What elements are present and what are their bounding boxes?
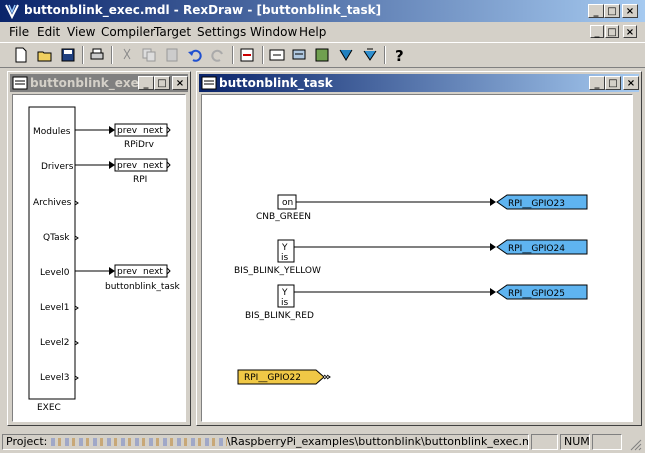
bis-yellow-label: BIS_BLINK_YELLOW <box>234 266 321 276</box>
window-title: buttonblink_exec.mdl - RexDraw - [button… <box>24 3 382 17</box>
connect-icon[interactable] <box>290 46 308 64</box>
redo-icon[interactable] <box>209 46 227 64</box>
menu-bar: File Edit View Compiler Target Settings … <box>0 22 645 41</box>
exec-maximize-button[interactable]: □ <box>154 76 170 90</box>
status-project-prefix: Project: <box>6 435 48 448</box>
rpi-label: RPI <box>133 175 147 185</box>
task-window[interactable]: buttonblink_task _ □ × on CNB_GREEN RPI_… <box>196 71 642 426</box>
maximize-button[interactable]: □ <box>604 4 620 18</box>
paste-icon[interactable] <box>163 46 181 64</box>
exec-block-name: EXEC <box>37 403 61 413</box>
gpio25-label: RPI__GPIO25 <box>508 289 565 299</box>
mdi-minimize-button[interactable]: _ <box>590 25 604 38</box>
status-project: Project: \RaspberryPi_examples\buttonbli… <box>2 434 529 450</box>
exec-minimize-button[interactable]: _ <box>138 76 154 90</box>
download-icon[interactable] <box>268 46 286 64</box>
gpio24-label: RPI__GPIO24 <box>508 244 565 254</box>
open-icon[interactable] <box>36 46 54 64</box>
print-icon[interactable] <box>88 46 106 64</box>
mdl-document-icon <box>201 76 217 90</box>
port-qtask: QTask <box>43 233 70 243</box>
task-diagram: on CNB_GREEN RPI__GPIO23 Y is BIS_BLINK_… <box>234 194 588 385</box>
save-icon[interactable] <box>59 46 77 64</box>
port-drivers: Drivers <box>41 162 74 172</box>
bis-yellow-sub: is <box>281 253 289 263</box>
status-num: NUM <box>560 434 590 450</box>
port-level3: Level3 <box>40 373 69 383</box>
task-maximize-button[interactable]: □ <box>605 76 621 90</box>
exec-block[interactable] <box>28 106 76 400</box>
task-close-button[interactable]: × <box>623 76 639 90</box>
task-canvas[interactable]: on CNB_GREEN RPI__GPIO23 Y is BIS_BLINK_… <box>201 94 633 422</box>
menu-window[interactable]: Window <box>250 25 297 39</box>
exec-diagram: EXEC Modules Drivers Archives QTask Leve… <box>28 106 181 413</box>
cnb-green-label: CNB_GREEN <box>256 212 311 222</box>
minimize-button[interactable]: _ <box>588 4 604 18</box>
bis-yellow-text: Y <box>281 243 288 253</box>
cnb-green-text: on <box>282 198 293 208</box>
watch-icon[interactable] <box>313 46 331 64</box>
task-label: buttonblink_task <box>105 282 181 292</box>
menu-help[interactable]: Help <box>299 25 326 39</box>
task-port-next: next <box>143 267 163 277</box>
gpio22-label: RPI__GPIO22 <box>244 373 301 383</box>
bis-red-sub: is <box>281 298 289 308</box>
svg-text:?: ? <box>395 47 404 64</box>
menu-file[interactable]: File <box>9 25 29 39</box>
close-button[interactable]: × <box>622 4 638 18</box>
diagnostics-icon[interactable] <box>337 46 355 64</box>
exec-window-title: buttonblink_exec <box>30 76 146 90</box>
mdl-document-icon <box>12 76 28 90</box>
toolbar: ? <box>0 42 645 68</box>
rpi-port-prev: prev <box>117 161 138 171</box>
help-icon[interactable]: ? <box>390 46 408 65</box>
exec-close-button[interactable]: × <box>172 76 188 90</box>
copy-icon[interactable] <box>140 46 158 64</box>
task-window-title-bar[interactable]: buttonblink_task _ □ × <box>199 74 639 92</box>
compile-icon[interactable] <box>238 46 256 64</box>
mdi-close-button[interactable]: × <box>623 25 637 38</box>
exec-window-title-bar[interactable]: buttonblink_exec _ □ × <box>10 74 188 92</box>
mdi-restore-button[interactable]: □ <box>605 25 619 38</box>
menu-compiler[interactable]: Compiler <box>101 25 155 39</box>
status-caps <box>531 434 558 450</box>
undo-icon[interactable] <box>186 46 204 64</box>
menu-view[interactable]: View <box>67 25 95 39</box>
rexdraw-app-icon[interactable] <box>4 3 20 19</box>
menu-target[interactable]: Target <box>154 25 191 39</box>
rpidrv-label: RPiDrv <box>124 140 155 150</box>
menu-edit[interactable]: Edit <box>37 25 60 39</box>
menu-settings[interactable]: Settings <box>197 25 246 39</box>
port-level2: Level2 <box>40 338 69 348</box>
bis-red-label: BIS_BLINK_RED <box>245 311 314 321</box>
app-title-bar: buttonblink_exec.mdl - RexDraw - [button… <box>0 0 645 22</box>
status-redacted-path <box>50 438 227 446</box>
exec-window[interactable]: buttonblink_exec _ □ × EXEC Modules Driv… <box>7 71 191 426</box>
task-window-title: buttonblink_task <box>219 76 333 90</box>
bis-red-text: Y <box>281 288 288 298</box>
port-level1: Level1 <box>40 303 69 313</box>
status-scroll <box>592 434 622 450</box>
diagnostics-alt-icon[interactable] <box>361 46 379 64</box>
rpidrv-port-prev: prev <box>117 126 138 136</box>
port-level0: Level0 <box>40 268 70 278</box>
resize-grip-icon[interactable] <box>628 437 642 451</box>
status-bar: Project: \RaspberryPi_examples\buttonbli… <box>0 432 645 453</box>
task-minimize-button[interactable]: _ <box>589 76 605 90</box>
rpi-port-next: next <box>143 161 163 171</box>
rpidrv-port-next: next <box>143 126 163 136</box>
port-archives: Archives <box>33 198 72 208</box>
gpio23-label: RPI__GPIO23 <box>508 199 565 209</box>
exec-canvas[interactable]: EXEC Modules Drivers Archives QTask Leve… <box>12 94 186 422</box>
port-modules: Modules <box>33 127 71 137</box>
status-project-path: \RaspberryPi_examples\buttonblink\button… <box>226 435 529 448</box>
cut-icon[interactable] <box>118 46 136 64</box>
task-port-prev: prev <box>117 267 138 277</box>
new-icon[interactable] <box>12 46 30 64</box>
